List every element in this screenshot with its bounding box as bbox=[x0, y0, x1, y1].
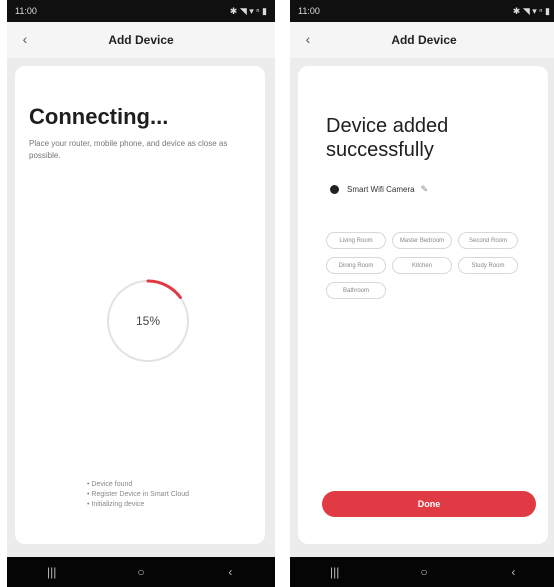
app-bar: ‹ Add Device bbox=[7, 22, 275, 58]
room-chips: Living Room Master Bedroom Second Room D… bbox=[326, 232, 536, 299]
system-nav-bar: ||| ○ ‹ bbox=[7, 557, 275, 587]
status-bar: 11:00 ✱ ◥ ▾ ⁿ ▮ bbox=[290, 0, 554, 22]
room-chip[interactable]: Study Room bbox=[458, 257, 518, 274]
page-title: Add Device bbox=[108, 33, 174, 47]
room-chip[interactable]: Bathroom bbox=[326, 282, 386, 299]
room-chip[interactable]: Master Bedroom bbox=[392, 232, 452, 249]
camera-icon bbox=[330, 185, 339, 194]
back-icon[interactable]: ‹ bbox=[300, 31, 316, 47]
connecting-heading: Connecting... bbox=[29, 104, 169, 129]
nav-back-button[interactable]: ‹ bbox=[498, 565, 528, 579]
progress-ring: 15% bbox=[101, 274, 195, 368]
home-button[interactable]: ○ bbox=[409, 565, 439, 579]
pencil-icon[interactable]: ✎ bbox=[421, 184, 429, 195]
status-bar: 11:00 ✱ ◥ ▾ ⁿ ▮ bbox=[7, 0, 275, 22]
step-item: Device found bbox=[87, 480, 189, 490]
recents-button[interactable]: ||| bbox=[320, 565, 350, 579]
connection-steps: Device found Register Device in Smart Cl… bbox=[87, 480, 189, 510]
room-chip[interactable]: Living Room bbox=[326, 232, 386, 249]
system-nav-bar: ||| ○ ‹ bbox=[290, 557, 554, 587]
page-title: Add Device bbox=[391, 33, 457, 47]
status-time: 11:00 bbox=[298, 6, 320, 16]
back-icon[interactable]: ‹ bbox=[17, 31, 33, 47]
step-item: Initializing device bbox=[87, 500, 189, 510]
connecting-screen: 11:00 ✱ ◥ ▾ ⁿ ▮ ‹ Add Device Connecting.… bbox=[7, 0, 275, 587]
done-button[interactable]: Done bbox=[322, 491, 536, 517]
connecting-hint: Place your router, mobile phone, and dev… bbox=[29, 139, 228, 160]
recents-button[interactable]: ||| bbox=[37, 565, 67, 579]
nav-back-button[interactable]: ‹ bbox=[215, 565, 245, 579]
status-icons: ✱ ◥ ▾ ⁿ ▮ bbox=[229, 5, 267, 16]
room-chip[interactable]: Kitchen bbox=[392, 257, 452, 274]
progress-percent: 15% bbox=[135, 314, 161, 328]
status-time: 11:00 bbox=[15, 6, 37, 16]
success-heading: Device added successfully bbox=[326, 115, 449, 161]
app-bar: ‹ Add Device bbox=[290, 22, 554, 58]
step-item: Register Device in Smart Cloud bbox=[87, 490, 189, 500]
device-name: Smart Wifi Camera bbox=[347, 185, 415, 194]
success-screen: 11:00 ✱ ◥ ▾ ⁿ ▮ ‹ Add Device Device adde… bbox=[290, 0, 554, 587]
status-icons: ✱ ◥ ▾ ⁿ ▮ bbox=[512, 5, 550, 16]
home-button[interactable]: ○ bbox=[126, 565, 156, 579]
room-chip[interactable]: Second Room bbox=[458, 232, 518, 249]
room-chip[interactable]: Dining Room bbox=[326, 257, 386, 274]
device-name-row: Smart Wifi Camera ✎ bbox=[330, 184, 428, 195]
